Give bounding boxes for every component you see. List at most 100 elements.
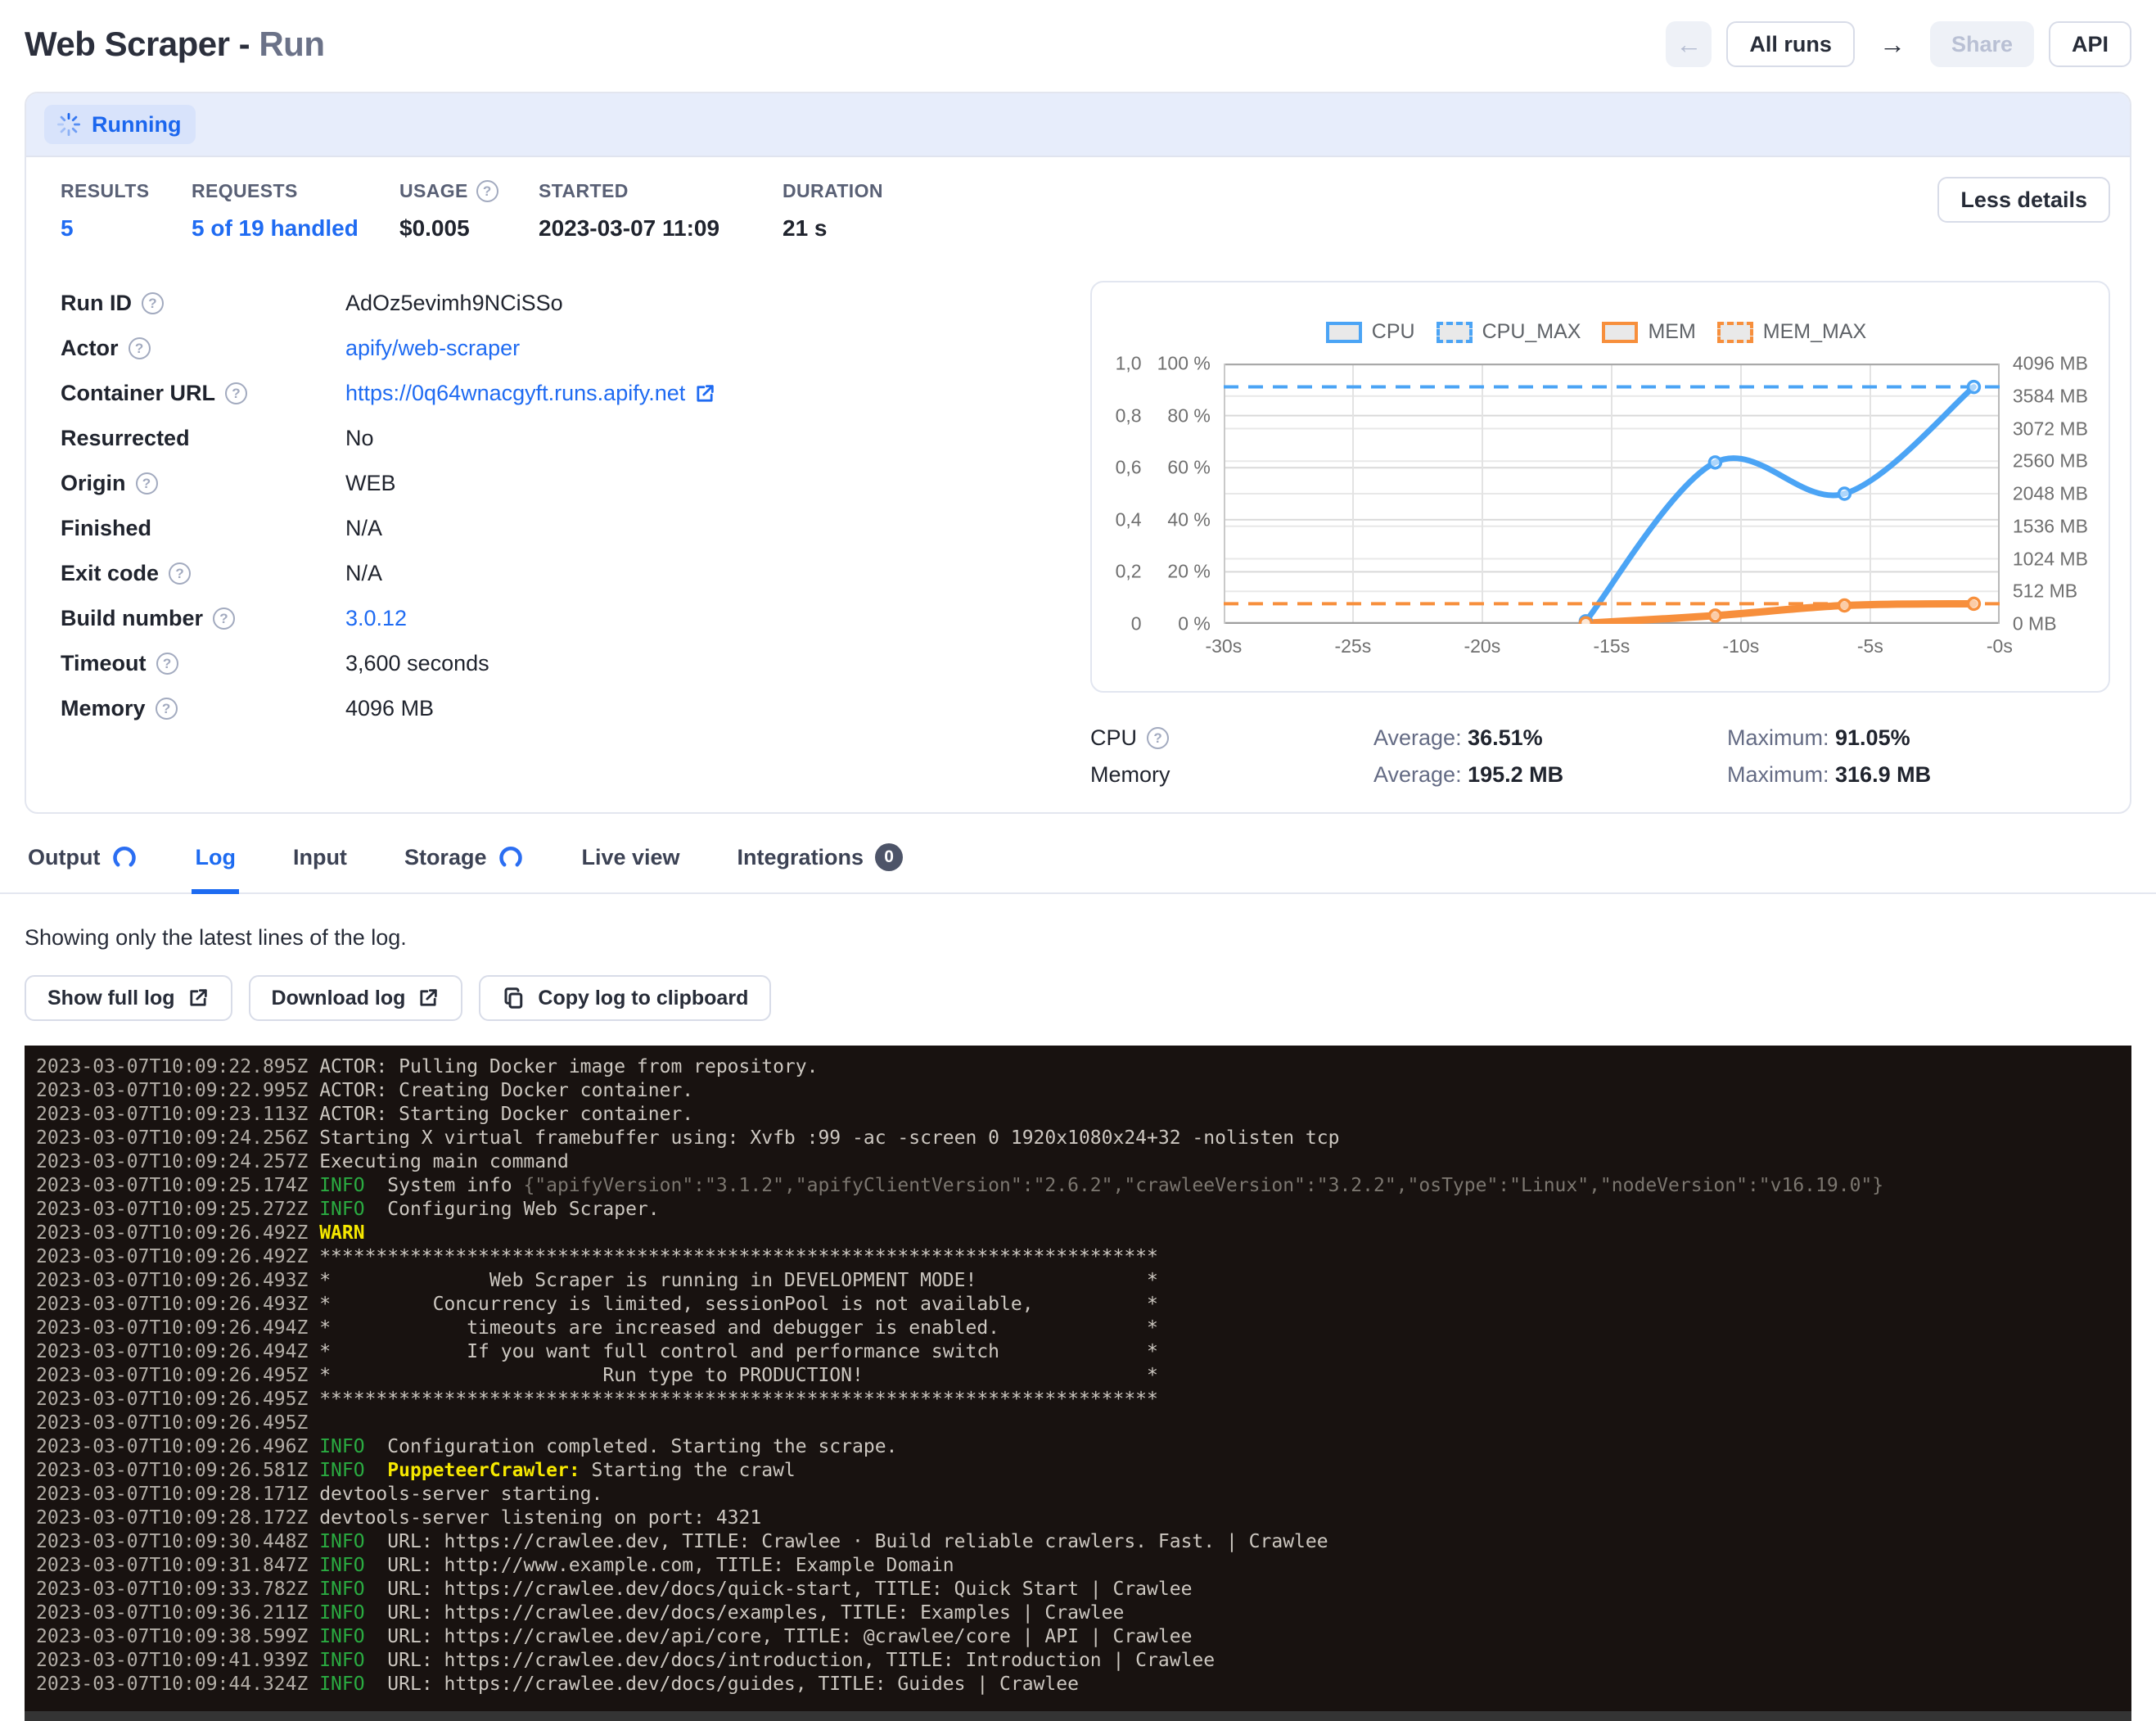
axis-tick: 0,4 <box>1116 508 1142 531</box>
detail-row-container-url: Container URL?https://0q64wnacgyft.runs.… <box>61 371 1090 416</box>
share-button[interactable]: Share <box>1930 21 2034 67</box>
log-line: 2023-03-07T10:09:38.599Z INFO URL: https… <box>36 1625 2131 1649</box>
run-details: Run ID?AdOz5evimh9NCiSSoActor?apify/web-… <box>61 281 1090 788</box>
status-badge: Running <box>44 105 196 144</box>
axis-tick: 20 % <box>1167 561 1210 583</box>
detail-value-timeout: 3,600 seconds <box>345 651 489 676</box>
plot-area: 1,00,80,60,40,20 100 %80 %60 %40 %20 %0 … <box>1103 364 2089 675</box>
help-icon[interactable]: ? <box>476 180 498 202</box>
button-label: Download log <box>272 987 406 1010</box>
log-line: 2023-03-07T10:09:26.496Z INFO Configurat… <box>36 1435 2131 1459</box>
axis-ratio: 1,00,80,60,40,20 <box>1103 364 1142 624</box>
tab-label: Integrations <box>737 845 864 870</box>
chart-svg <box>1224 364 2000 624</box>
download-log-button[interactable]: Download log <box>249 975 463 1021</box>
help-icon[interactable]: ? <box>225 382 247 404</box>
stat-value-requests[interactable]: 5 of 19 handled <box>192 215 399 242</box>
loading-spinner-icon <box>498 844 524 870</box>
axis-tick: 0,2 <box>1116 561 1142 583</box>
detail-row-resurrected: ResurrectedNo <box>61 416 1090 461</box>
detail-value-run-id: AdOz5evimh9NCiSSo <box>345 291 563 316</box>
axis-tick: 80 % <box>1167 404 1210 427</box>
tab-label: Log <box>195 845 235 870</box>
axis-tick: 1024 MB <box>2013 548 2088 570</box>
help-icon[interactable]: ? <box>169 562 191 585</box>
next-run-button[interactable]: → <box>1870 21 1915 67</box>
api-button[interactable]: API <box>2049 21 2131 67</box>
external-link-icon <box>187 987 210 1010</box>
axis-tick: 0 % <box>1178 613 1211 635</box>
console-horizontal-scrollbar[interactable] <box>25 1711 2131 1721</box>
help-icon[interactable]: ? <box>1147 727 1169 749</box>
show-full-log-button[interactable]: Show full log <box>25 975 232 1021</box>
legend-item-cpu[interactable]: CPU <box>1326 320 1415 344</box>
axis-tick: -25s <box>1334 635 1371 657</box>
previous-run-button[interactable]: ← <box>1666 21 1712 67</box>
detail-value-memory: 4096 MB <box>345 696 434 721</box>
detail-row-run-id: Run ID?AdOz5evimh9NCiSSo <box>61 281 1090 326</box>
summary-maximum-key: Maximum: <box>1727 762 1835 787</box>
log-line: 2023-03-07T10:09:25.272Z INFO Configurin… <box>36 1198 2131 1222</box>
legend-label: MEM_MAX <box>1763 320 1866 344</box>
axis-tick: -0s <box>1987 635 2013 657</box>
tab-output[interactable]: Output <box>25 838 141 894</box>
tab-label: Live view <box>581 845 679 870</box>
copy-log-button[interactable]: Copy log to clipboard <box>479 975 771 1021</box>
tab-input[interactable]: Input <box>290 838 350 894</box>
button-label: Show full log <box>47 987 175 1010</box>
log-line: 2023-03-07T10:09:22.995Z ACTOR: Creating… <box>36 1079 2131 1103</box>
detail-value-build-number[interactable]: 3.0.12 <box>345 606 407 631</box>
tab-live-view[interactable]: Live view <box>578 838 683 894</box>
legend-item-mem_max[interactable]: MEM_MAX <box>1717 320 1866 344</box>
detail-label: Resurrected <box>61 426 345 451</box>
help-icon[interactable]: ? <box>213 608 235 630</box>
log-line: 2023-03-07T10:09:28.172Z devtools-server… <box>36 1506 2131 1530</box>
all-runs-button[interactable]: All runs <box>1726 21 1855 67</box>
help-icon[interactable]: ? <box>142 292 164 314</box>
log-line: 2023-03-07T10:09:26.493Z * Web Scraper i… <box>36 1269 2131 1293</box>
resource-summary: CPU?Average: 36.51%Maximum: 91.05%Memory… <box>1090 725 2110 788</box>
tab-label: Input <box>293 845 347 870</box>
detail-value-container-url[interactable]: https://0q64wnacgyft.runs.apify.net <box>345 381 716 406</box>
tab-storage[interactable]: Storage <box>401 838 528 894</box>
tab-integrations[interactable]: Integrations 0 <box>734 838 907 894</box>
axis-tick: 0 <box>1131 613 1142 635</box>
stat-label: USAGE? <box>399 180 539 202</box>
help-icon[interactable]: ? <box>156 653 178 675</box>
legend-item-mem[interactable]: MEM <box>1602 320 1695 344</box>
tab-log[interactable]: Log <box>192 838 238 894</box>
axis-tick: 512 MB <box>2013 580 2077 603</box>
help-icon[interactable]: ? <box>156 698 178 720</box>
axis-tick: -15s <box>1593 635 1630 657</box>
run-card: Running RESULTS5REQUESTS5 of 19 handledU… <box>25 92 2131 814</box>
tab-label: Storage <box>404 845 487 870</box>
stat-results: RESULTS5 <box>61 180 192 242</box>
axis-tick: 1536 MB <box>2013 515 2088 537</box>
log-line: 2023-03-07T10:09:26.494Z * If you want f… <box>36 1340 2131 1364</box>
detail-row-build-number: Build number?3.0.12 <box>61 596 1090 641</box>
detail-label: Exit code? <box>61 561 345 586</box>
log-line: 2023-03-07T10:09:26.495Z * Run type to P… <box>36 1364 2131 1388</box>
detail-row-timeout: Timeout?3,600 seconds <box>61 641 1090 686</box>
axis-tick: 3072 MB <box>2013 418 2088 440</box>
page-title-dash: - <box>230 25 259 63</box>
stat-value-results[interactable]: 5 <box>61 215 192 242</box>
help-icon[interactable]: ? <box>136 472 158 495</box>
loading-spinner-icon <box>111 844 138 870</box>
legend-label: MEM <box>1648 320 1695 344</box>
status-label: Running <box>92 112 181 138</box>
detail-value-actor[interactable]: apify/web-scraper <box>345 336 520 361</box>
log-line: 2023-03-07T10:09:26.492Z ***************… <box>36 1245 2131 1269</box>
arrow-left-icon: ← <box>1676 29 1702 60</box>
stats-row: RESULTS5REQUESTS5 of 19 handledUSAGE?$0.… <box>26 157 2130 266</box>
external-link-icon <box>417 987 440 1010</box>
legend-label: CPU <box>1372 320 1415 344</box>
legend-item-cpu_max[interactable]: CPU_MAX <box>1437 320 1581 344</box>
axis-memory: 4096 MB3584 MB3072 MB2560 MB2048 MB1536 … <box>2013 364 2089 624</box>
less-details-button[interactable]: Less details <box>1937 177 2110 223</box>
tab-badge: 0 <box>875 843 903 871</box>
detail-label: Memory? <box>61 696 345 721</box>
log-line: 2023-03-07T10:09:26.495Z <box>36 1412 2131 1435</box>
detail-label: Actor? <box>61 336 345 361</box>
help-icon[interactable]: ? <box>129 337 151 359</box>
